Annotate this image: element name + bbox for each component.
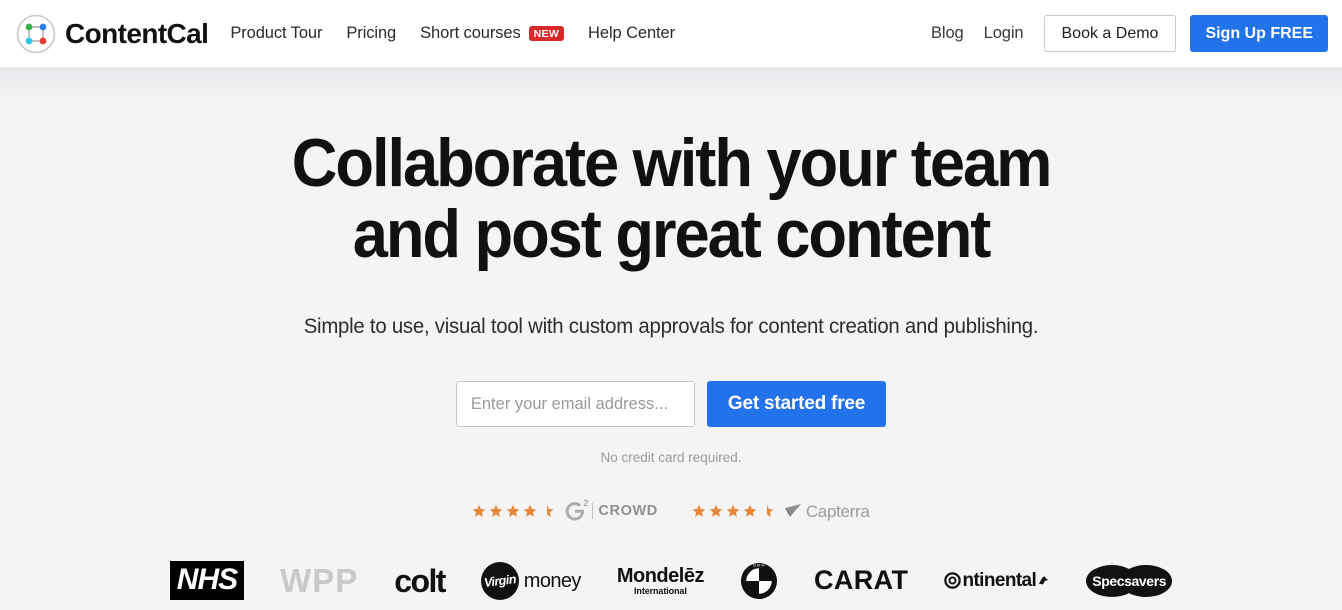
brand-name: ContentCal	[65, 17, 209, 49]
nhs-wordmark: NHS	[169, 561, 245, 601]
review-g2crowd[interactable]: 2 CROWD	[472, 499, 657, 523]
brand-logo-link[interactable]: ContentCal	[16, 14, 209, 54]
client-logo-colt: colt	[394, 562, 446, 599]
g2-star-rating	[472, 504, 554, 518]
sign-up-free-button[interactable]: Sign Up FREE	[1190, 14, 1328, 53]
review-capterra[interactable]: Capterra	[692, 501, 870, 521]
wpp-wordmark: WPP	[280, 562, 359, 600]
client-logo-virgin-money: Virgin money	[480, 561, 582, 600]
client-logo-wpp: WPP	[280, 564, 358, 597]
star-icon	[743, 505, 757, 518]
g2crowd-logo: 2 CROWD	[563, 499, 657, 523]
get-started-free-button[interactable]: Get started free	[706, 381, 887, 428]
nav-item-help-center[interactable]: Help Center	[588, 24, 675, 43]
star-icon	[709, 505, 723, 518]
site-header: ContentCal Product Tour Pricing Short co…	[0, 0, 1342, 67]
star-half-icon	[766, 505, 774, 518]
client-logo-carat: CARAT	[814, 567, 908, 594]
star-icon	[473, 505, 486, 518]
capterra-arrow-icon	[784, 504, 801, 518]
nav-item-short-courses-label[interactable]: Short courses	[420, 24, 521, 43]
client-logo-bmw: B M W	[740, 562, 778, 600]
client-logo-mondelez: Mondelēz International	[616, 564, 705, 596]
nav-item-login[interactable]: Login	[984, 24, 1024, 43]
g2-superscript: 2	[583, 498, 589, 509]
mondelez-wordmark: Mondelēz	[616, 564, 705, 587]
capterra-wordmark: Capterra	[805, 501, 870, 521]
page-title: Collaborate with your team and post grea…	[160, 128, 1183, 270]
signup-form: Get started free	[0, 381, 1342, 428]
colt-wordmark: colt	[394, 562, 446, 599]
client-logo-strip: NHS WPP colt Virgin money Mondelēz Inter…	[0, 561, 1342, 601]
nav-item-short-courses[interactable]: Short courses NEW	[420, 24, 565, 43]
continental-c-icon	[944, 572, 962, 590]
continental-wordmark: ntinental	[962, 570, 1037, 592]
review-badges: 2 CROWD Capterra	[0, 499, 1342, 523]
star-icon	[507, 505, 520, 518]
nav-item-product-tour[interactable]: Product Tour	[230, 24, 322, 43]
mondelez-subtitle: International	[634, 585, 687, 596]
capterra-star-rating	[692, 504, 774, 518]
client-logo-nhs: NHS	[169, 561, 245, 601]
client-logo-specsavers: Specsavers	[1086, 564, 1173, 598]
hero-subtitle: Simple to use, visual tool with custom a…	[303, 315, 1039, 338]
star-icon	[490, 505, 503, 518]
page-title-line-2: and post great content	[352, 196, 992, 272]
bmw-roundel-icon: B M W	[740, 562, 778, 599]
book-a-demo-button[interactable]: Book a Demo	[1043, 14, 1177, 53]
contentcal-logo-icon	[16, 14, 56, 53]
nav-item-blog[interactable]: Blog	[931, 24, 964, 43]
g2-divider	[592, 503, 594, 520]
main-nav: Product Tour Pricing Short courses NEW H…	[230, 24, 675, 43]
client-logo-continental: ntinental	[944, 571, 1050, 590]
g2crowd-wordmark: CROWD	[598, 503, 658, 520]
star-half-icon	[547, 505, 554, 518]
capterra-logo: Capterra	[783, 501, 870, 521]
page-title-line-1: Collaborate with your team	[291, 125, 1053, 201]
nav-item-pricing[interactable]: Pricing	[346, 24, 396, 43]
star-icon	[726, 505, 740, 518]
star-icon	[524, 505, 537, 518]
virgin-circle-icon: Virgin	[480, 561, 519, 600]
virgin-money-wordmark: money	[523, 569, 582, 592]
virgin-wordmark: Virgin	[483, 571, 517, 590]
email-input[interactable]	[455, 381, 695, 428]
hero-section: Collaborate with your team and post grea…	[0, 67, 1342, 610]
no-credit-card-note: No credit card required.	[600, 450, 742, 466]
svg-text:B M W: B M W	[753, 563, 765, 567]
g2-mark-icon: 2	[563, 498, 589, 523]
continental-horse-icon	[1039, 576, 1049, 585]
star-icon	[692, 505, 706, 518]
new-badge: NEW	[528, 25, 565, 42]
specsavers-wordmark: Specsavers	[1092, 572, 1167, 589]
header-actions: Blog Login Book a Demo Sign Up FREE	[931, 14, 1328, 53]
carat-wordmark: CARAT	[813, 565, 909, 596]
